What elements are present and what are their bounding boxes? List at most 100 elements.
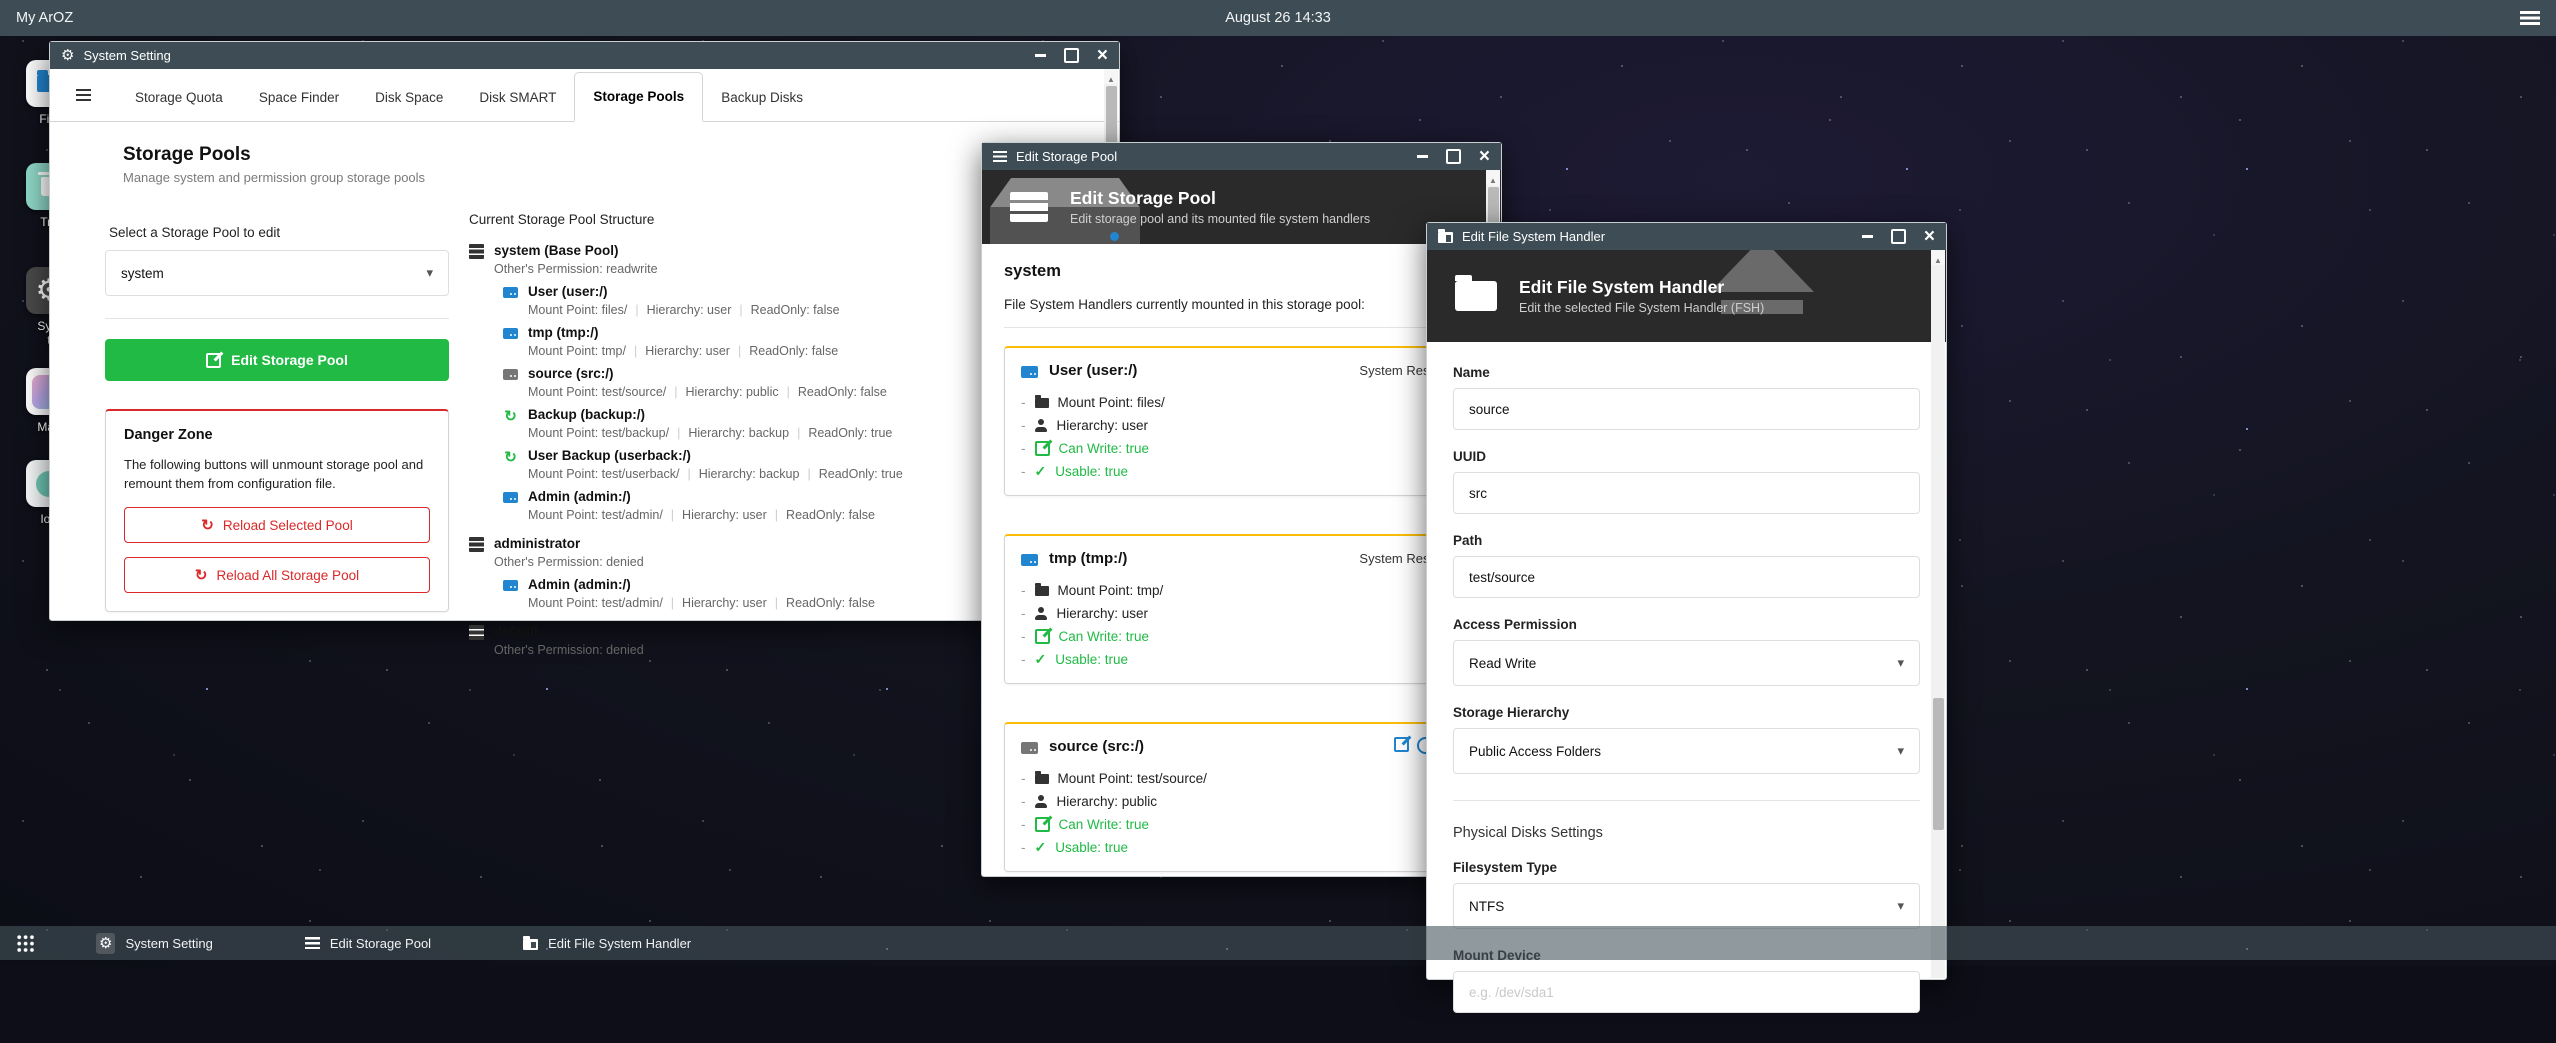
- pool-description: File System Handlers currently mounted i…: [1004, 297, 1479, 312]
- uuid-field[interactable]: [1453, 472, 1920, 514]
- chevron-down-icon: [1897, 898, 1904, 914]
- folder-icon: [1035, 774, 1049, 784]
- aroz-brand[interactable]: My ArOZ: [16, 10, 73, 26]
- storage-hierarchy-label: Storage Hierarchy: [1453, 705, 1920, 720]
- edit-storage-pool-button[interactable]: Edit Storage Pool: [105, 339, 449, 381]
- edit-fsh-titlebar[interactable]: Edit File System Handler: [1427, 223, 1946, 250]
- storage-pools-panel: Storage Pools Manage system and permissi…: [105, 144, 449, 612]
- fsh-property: Hierarchy: public: [1021, 790, 1462, 813]
- system-setting-titlebar[interactable]: System Setting: [50, 42, 1119, 69]
- app-grid-icon[interactable]: [16, 934, 34, 952]
- taskbar-item-edit-fsh[interactable]: Edit File System Handler: [523, 936, 691, 951]
- storage-hierarchy-select[interactable]: Public Access Folders: [1453, 728, 1920, 774]
- scroll-up-icon[interactable]: [1931, 250, 1945, 265]
- pool-name: system: [1004, 262, 1479, 281]
- edit-storage-pool-titlebar[interactable]: Edit Storage Pool: [982, 143, 1501, 170]
- tab-disk-smart[interactable]: Disk SMART: [461, 74, 574, 121]
- danger-zone-title: Danger Zone: [124, 427, 430, 443]
- divider: [1004, 327, 1479, 328]
- storage-pool-select[interactable]: system: [105, 250, 449, 296]
- taskbar-item-edit-storage-pool[interactable]: Edit Storage Pool: [305, 936, 431, 951]
- list-icon: [305, 937, 320, 949]
- reload-all-pool-button[interactable]: Reload All Storage Pool: [124, 557, 430, 593]
- access-permission-label: Access Permission: [1453, 617, 1920, 632]
- fsh-property: Mount Point: test/source/: [1021, 767, 1462, 790]
- menu-icon[interactable]: [2520, 11, 2540, 25]
- path-label: Path: [1453, 533, 1920, 548]
- hdd-icon: [503, 369, 518, 380]
- hdd-icon: [1021, 554, 1038, 566]
- header-subtitle: Edit storage pool and its mounted file s…: [1070, 212, 1370, 226]
- scrollbar[interactable]: [1931, 250, 1945, 978]
- fsh-property: Hierarchy: user: [1021, 414, 1462, 437]
- user-icon: [1035, 607, 1048, 620]
- tab-space-finder[interactable]: Space Finder: [241, 74, 357, 121]
- settings-tab-bar: Storage Quota Space Finder Disk Space Di…: [50, 69, 1119, 122]
- folder-icon: [1035, 398, 1049, 408]
- refresh-icon: [503, 449, 518, 481]
- close-button[interactable]: [1924, 227, 1935, 246]
- scrollbar-thumb[interactable]: [1933, 698, 1944, 830]
- tab-storage-pools[interactable]: Storage Pools: [574, 72, 703, 122]
- edit-icon: [1035, 629, 1050, 644]
- maximize-button[interactable]: [1446, 149, 1461, 164]
- server-icon: [469, 537, 484, 552]
- fsh-property: Mount Point: tmp/: [1021, 579, 1462, 602]
- taskbar-item-system-setting[interactable]: System Setting: [96, 933, 213, 954]
- scroll-up-icon[interactable]: [1104, 69, 1118, 84]
- user-icon: [1035, 795, 1048, 808]
- maximize-button[interactable]: [1064, 48, 1079, 63]
- tab-disk-space[interactable]: Disk Space: [357, 74, 461, 121]
- edit-icon: [206, 353, 221, 368]
- minimize-button[interactable]: [1035, 54, 1046, 57]
- close-button[interactable]: [1479, 147, 1490, 166]
- minimize-button[interactable]: [1862, 235, 1873, 238]
- physical-disks-section-label: Physical Disks Settings: [1453, 825, 1920, 841]
- path-field[interactable]: [1453, 556, 1920, 598]
- reload-selected-pool-button[interactable]: Reload Selected Pool: [124, 507, 430, 543]
- window-title: Edit File System Handler: [1462, 229, 1605, 244]
- edit-storage-pool-window: Edit Storage Pool Edit Storage Pool Edit…: [981, 142, 1502, 877]
- hdd-icon: [1021, 366, 1038, 378]
- window-title: Edit Storage Pool: [1016, 149, 1117, 164]
- sidebar-toggle-icon[interactable]: [76, 89, 91, 101]
- folder-icon: [1455, 281, 1497, 311]
- folder-icon: [523, 939, 538, 950]
- name-field[interactable]: [1453, 388, 1920, 430]
- header-title: Edit File System Handler: [1519, 277, 1764, 298]
- tab-backup-disks[interactable]: Backup Disks: [703, 74, 821, 121]
- edit-fsh-button[interactable]: [1394, 737, 1409, 752]
- close-button[interactable]: [1097, 46, 1108, 65]
- fsh-property: Mount Point: files/: [1021, 391, 1462, 414]
- fsh-property: Can Write: true: [1021, 813, 1462, 836]
- hdd-icon: [503, 580, 518, 591]
- clock: August 26 14:33: [1225, 10, 1331, 26]
- page-subtitle: Manage system and permission group stora…: [123, 170, 449, 185]
- top-bar: My ArOZ August 26 14:33: [0, 0, 2556, 36]
- divider: [1453, 800, 1920, 801]
- edit-icon: [1035, 441, 1050, 456]
- header-title: Edit Storage Pool: [1070, 188, 1370, 209]
- hdd-icon: [503, 492, 518, 503]
- fsh-property: Usable: true: [1021, 836, 1462, 859]
- fsh-property: Can Write: true: [1021, 625, 1462, 648]
- fsh-property: Usable: true: [1021, 460, 1462, 483]
- mount-device-field[interactable]: [1453, 971, 1920, 1013]
- minimize-button[interactable]: [1417, 155, 1428, 158]
- tab-storage-quota[interactable]: Storage Quota: [117, 74, 241, 121]
- fsh-property: Usable: true: [1021, 648, 1462, 671]
- fsh-property: Hierarchy: user: [1021, 602, 1462, 625]
- filesystem-type-label: Filesystem Type: [1453, 860, 1920, 875]
- fsh-card-tmp: tmp (tmp:/) System Reserved Mount Point:…: [1004, 534, 1479, 684]
- edit-storage-pool-header: Edit Storage Pool Edit storage pool and …: [982, 170, 1501, 244]
- user-icon: [1035, 419, 1048, 432]
- scroll-up-icon[interactable]: [1486, 170, 1500, 185]
- access-permission-select[interactable]: Read Write: [1453, 640, 1920, 686]
- active-app-highlight: [96, 933, 115, 954]
- uuid-label: UUID: [1453, 449, 1920, 464]
- server-icon: [469, 625, 484, 640]
- maximize-button[interactable]: [1891, 229, 1906, 244]
- filesystem-type-select[interactable]: NTFS: [1453, 883, 1920, 929]
- fsh-property: Can Write: true: [1021, 437, 1462, 460]
- pool-select-label: Select a Storage Pool to edit: [109, 225, 449, 240]
